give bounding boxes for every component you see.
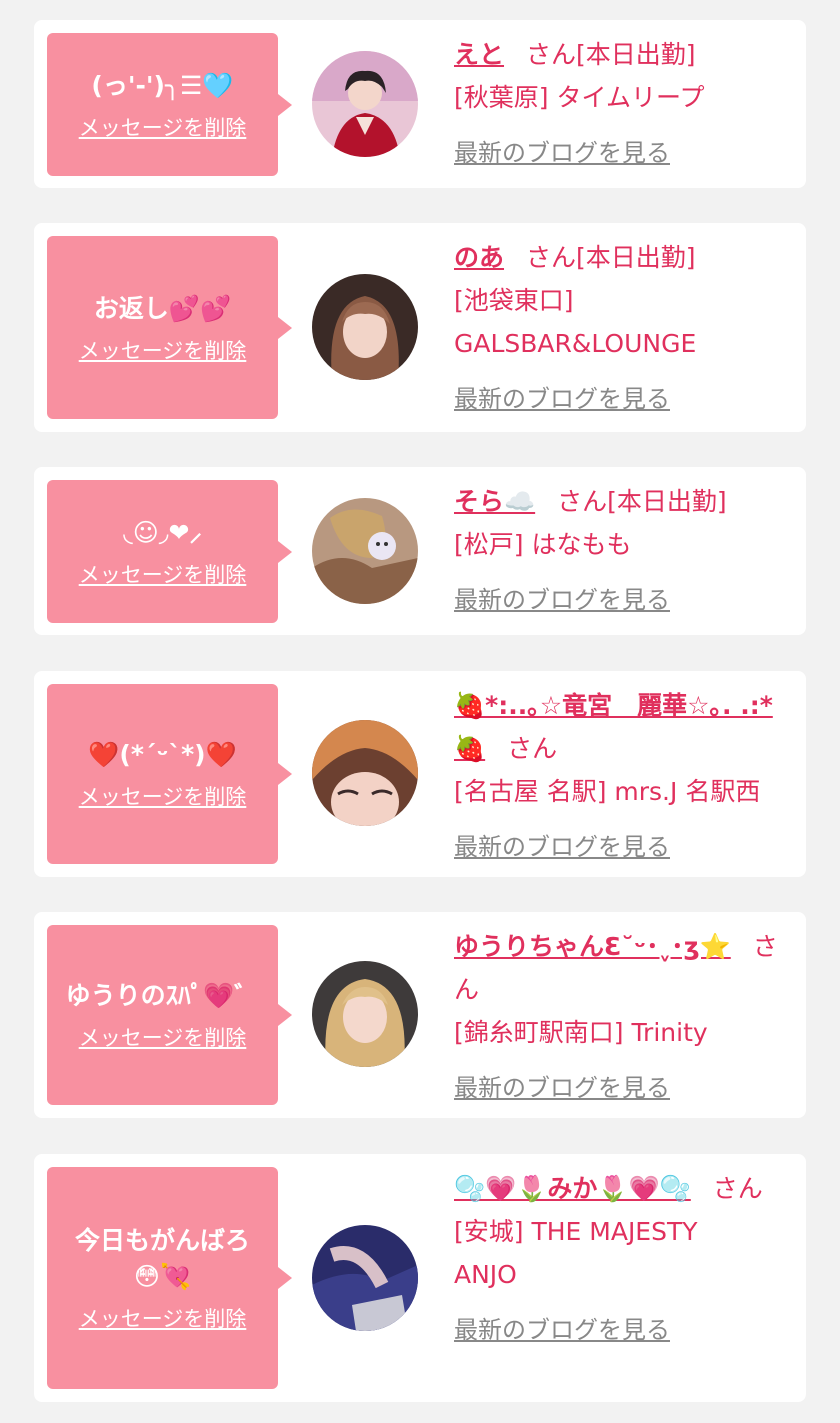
latest-blog-link[interactable]: 最新のブログを見る bbox=[454, 826, 670, 869]
cast-info: のあ さん[本日出勤] [池袋東口] GALSBAR&LOUNGE 最新のブログを… bbox=[454, 236, 794, 421]
honorific: さん bbox=[526, 243, 577, 272]
message-card: (っ'-')╮☰🩵 メッセージを削除 えと さん[本日出勤] [秋葉原] タイムリ… bbox=[34, 20, 806, 188]
status-label: [本日出勤] bbox=[576, 243, 696, 272]
avatar[interactable] bbox=[312, 961, 418, 1067]
message-card: お返し💕💕 メッセージを削除 のあ さん[本日出勤] [池袋東口] GALSBAR… bbox=[34, 223, 806, 432]
delete-message-link[interactable]: メッセージを削除 bbox=[79, 781, 247, 811]
message-card: 今日もがんばろ😳💘 メッセージを削除 🫧💗🌷みか🌷💗🫧 さん [安城] THE M… bbox=[34, 1154, 806, 1402]
latest-blog-link[interactable]: 最新のブログを見る bbox=[454, 1309, 670, 1352]
honorific: さん bbox=[557, 487, 608, 516]
message-bubble: ゆうりのｽﾊﾟ💗゛ メッセージを削除 bbox=[47, 925, 292, 1105]
delete-message-link[interactable]: メッセージを削除 bbox=[79, 112, 247, 142]
message-text: ❤️(*´ᵕ`*)❤️ bbox=[88, 740, 237, 769]
avatar[interactable] bbox=[312, 498, 418, 604]
delete-message-link[interactable]: メッセージを削除 bbox=[79, 559, 247, 589]
avatar[interactable] bbox=[312, 51, 418, 157]
cast-name-link[interactable]: のあ bbox=[454, 243, 504, 272]
message-bubble: ❤️(*´ᵕ`*)❤️ メッセージを削除 bbox=[47, 684, 292, 864]
latest-blog-link[interactable]: 最新のブログを見る bbox=[454, 1067, 670, 1110]
shop-location: [池袋東口] GALSBAR&LOUNGE bbox=[454, 286, 697, 358]
message-text: お返し💕💕 bbox=[93, 293, 232, 323]
message-list: (っ'-')╮☰🩵 メッセージを削除 えと さん[本日出勤] [秋葉原] タイムリ… bbox=[0, 0, 840, 1423]
cast-name-link[interactable]: 🍓*:..｡☆竜宮 麗華☆｡. .:*🍓 bbox=[454, 691, 773, 763]
message-bubble: 今日もがんばろ😳💘 メッセージを削除 bbox=[47, 1167, 292, 1389]
message-text: 今日もがんばろ😳💘 bbox=[74, 1226, 250, 1291]
status-label: [本日出勤] bbox=[576, 40, 696, 69]
message-card: ゆうりのｽﾊﾟ💗゛ メッセージを削除 ゆうりちゃんƐ˘ᵕ･ˬ･ʒ⭐️ さん [錦糸… bbox=[34, 912, 806, 1118]
honorific: さん bbox=[507, 734, 558, 763]
cast-name-link[interactable]: えと bbox=[454, 40, 504, 69]
avatar[interactable] bbox=[312, 274, 418, 380]
message-bubble: お返し💕💕 メッセージを削除 bbox=[47, 236, 292, 419]
avatar[interactable] bbox=[312, 720, 418, 826]
shop-location: [名古屋 名駅] mrs.J 名駅西 bbox=[454, 777, 761, 806]
latest-blog-link[interactable]: 最新のブログを見る bbox=[454, 579, 670, 622]
cast-name-link[interactable]: そら☁️ bbox=[454, 487, 535, 516]
message-text: ゆうりのｽﾊﾟ💗゛ bbox=[65, 981, 260, 1010]
latest-blog-link[interactable]: 最新のブログを見る bbox=[454, 378, 670, 421]
honorific: さん bbox=[526, 40, 577, 69]
cast-info: 🍓*:..｡☆竜宮 麗華☆｡. .:*🍓 さん [名古屋 名駅] mrs.J 名駅… bbox=[454, 684, 794, 869]
shop-location: [松戸] はなもも bbox=[454, 530, 632, 559]
cast-name-link[interactable]: 🫧💗🌷みか🌷💗🫧 bbox=[454, 1174, 691, 1203]
shop-location: [安城] THE MAJESTY ANJO bbox=[454, 1217, 698, 1289]
message-bubble: ◟☺︎◞❤︎⸝ メッセージを削除 bbox=[47, 480, 292, 623]
latest-blog-link[interactable]: 最新のブログを見る bbox=[454, 132, 670, 175]
message-card: ◟☺︎◞❤︎⸝ メッセージを削除 そら☁️ さん[本日出勤] [松戸] はなもも … bbox=[34, 467, 806, 635]
cast-info: ゆうりちゃんƐ˘ᵕ･ˬ･ʒ⭐️ さん [錦糸町駅南口] Trinity 最新のブロ… bbox=[454, 925, 794, 1110]
message-card: ❤️(*´ᵕ`*)❤️ メッセージを削除 🍓*:..｡☆竜宮 麗華☆｡. .:*… bbox=[34, 671, 806, 877]
delete-message-link[interactable]: メッセージを削除 bbox=[79, 1303, 247, 1333]
delete-message-link[interactable]: メッセージを削除 bbox=[79, 1022, 247, 1052]
cast-info: 🫧💗🌷みか🌷💗🫧 さん [安城] THE MAJESTY ANJO 最新のブログを… bbox=[454, 1167, 794, 1352]
shop-location: [錦糸町駅南口] Trinity bbox=[454, 1018, 708, 1047]
message-bubble: (っ'-')╮☰🩵 メッセージを削除 bbox=[47, 33, 292, 176]
cast-name-link[interactable]: ゆうりちゃんƐ˘ᵕ･ˬ･ʒ⭐️ bbox=[454, 932, 731, 961]
status-label: [本日出勤] bbox=[607, 487, 727, 516]
avatar[interactable] bbox=[312, 1225, 418, 1331]
message-text: ◟☺︎◞❤︎⸝ bbox=[123, 517, 202, 547]
cast-info: えと さん[本日出勤] [秋葉原] タイムリープ 最新のブログを見る bbox=[454, 33, 794, 175]
message-text: (っ'-')╮☰🩵 bbox=[91, 70, 234, 100]
delete-message-link[interactable]: メッセージを削除 bbox=[79, 335, 247, 365]
cast-info: そら☁️ さん[本日出勤] [松戸] はなもも 最新のブログを見る bbox=[454, 480, 794, 622]
shop-location: [秋葉原] タイムリープ bbox=[454, 83, 705, 112]
honorific: さん bbox=[712, 1174, 763, 1203]
